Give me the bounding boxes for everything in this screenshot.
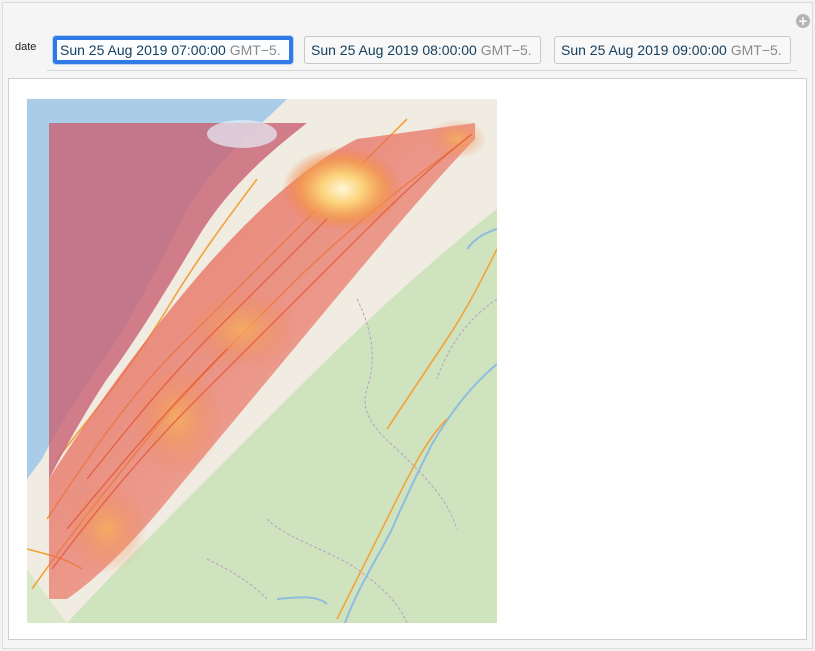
heat-warm-4	[67, 484, 147, 574]
timezone-text: GMT−5.	[229, 42, 281, 58]
plus-circle-icon[interactable]: +	[796, 14, 810, 28]
heatmap-map[interactable]	[27, 99, 497, 623]
date-option-0800[interactable]: Sun 25 Aug 2019 08:00:00 GMT−5.	[304, 36, 541, 64]
date-control-label: date	[15, 41, 37, 53]
map-graphic	[27, 99, 497, 623]
heat-pale-patch	[207, 120, 277, 148]
date-option-text: Sun 25 Aug 2019 09:00:00	[561, 42, 727, 58]
date-setter-bar: Sun 25 Aug 2019 07:00:00 GMT−5. Sun 25 A…	[47, 32, 797, 71]
heat-hotspot	[282, 147, 402, 231]
date-option-text: Sun 25 Aug 2019 08:00:00	[311, 42, 477, 58]
heat-warm-2	[187, 289, 297, 369]
timezone-text: GMT−5.	[480, 42, 532, 58]
date-option-text: Sun 25 Aug 2019 07:00:00	[60, 42, 226, 58]
date-option-0900[interactable]: Sun 25 Aug 2019 09:00:00 GMT−5.	[554, 36, 791, 64]
heat-warm-1	[427, 119, 487, 159]
timezone-text: GMT−5.	[730, 42, 782, 58]
date-option-0700[interactable]: Sun 25 Aug 2019 07:00:00 GMT−5.	[53, 36, 293, 64]
